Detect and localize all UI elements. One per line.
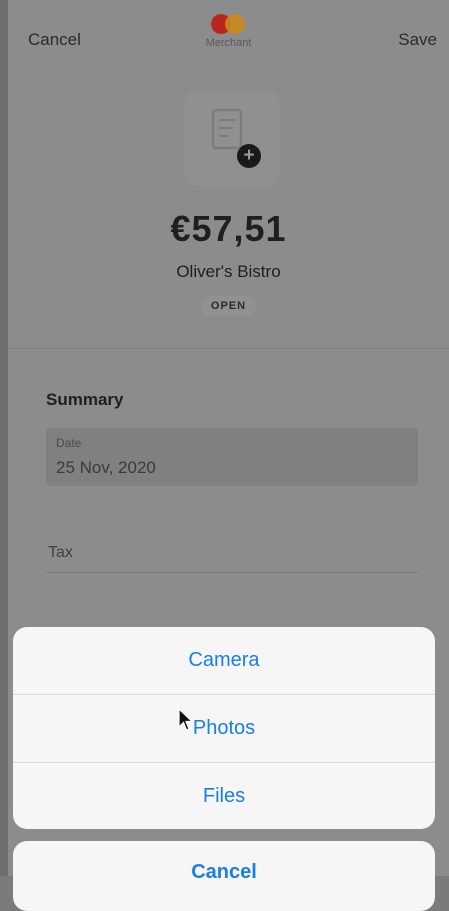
window-edge bbox=[0, 0, 8, 876]
date-field[interactable]: Date 25 Nov, 2020 bbox=[46, 428, 418, 486]
add-icon: + bbox=[237, 144, 261, 168]
transaction-amount: €57,51 bbox=[170, 208, 287, 249]
mouse-pointer-icon bbox=[178, 708, 194, 731]
add-receipt-button[interactable]: + bbox=[185, 92, 279, 186]
top-navigation-bar: Cancel Merchant Save bbox=[8, 0, 449, 80]
action-sheet-cancel-button[interactable]: Cancel bbox=[13, 841, 435, 911]
photos-option[interactable]: Photos bbox=[13, 695, 435, 763]
date-value: 25 Nov, 2020 bbox=[56, 458, 156, 477]
merchant-name: Oliver's Bistro bbox=[176, 262, 281, 281]
attachment-action-sheet: Camera Photos Files bbox=[13, 627, 435, 829]
files-option[interactable]: Files bbox=[13, 763, 435, 829]
summary-heading: Summary bbox=[46, 390, 124, 409]
cancel-button[interactable]: Cancel bbox=[28, 30, 81, 50]
action-sheet-cancel-label: Cancel bbox=[191, 861, 257, 883]
section-divider bbox=[8, 348, 449, 349]
tax-field[interactable]: Tax bbox=[46, 540, 418, 573]
date-label: Date bbox=[56, 436, 82, 450]
tax-label: Tax bbox=[48, 544, 73, 561]
status-badge: OPEN bbox=[200, 296, 257, 316]
merchant-brand: Merchant bbox=[205, 14, 252, 49]
camera-option[interactable]: Camera bbox=[13, 627, 435, 695]
save-button[interactable]: Save bbox=[398, 30, 437, 50]
brand-label: Merchant bbox=[205, 37, 252, 49]
mastercard-logo-icon bbox=[211, 14, 246, 34]
